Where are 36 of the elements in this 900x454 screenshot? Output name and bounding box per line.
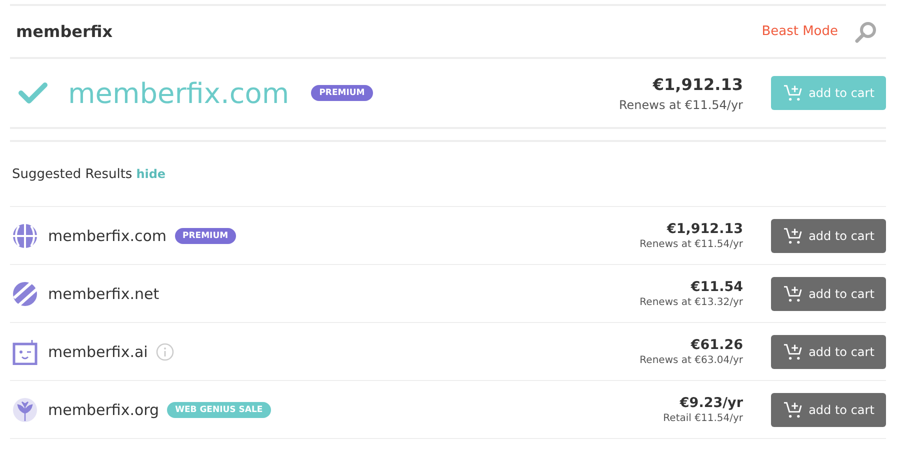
renewal-price: Retail €11.54/yr (663, 413, 743, 424)
add-to-cart-button[interactable]: add to cart (771, 276, 886, 310)
cart-icon (782, 84, 803, 102)
info-icon[interactable] (156, 342, 174, 360)
renewal-price: Renews at €63.04/yr (640, 355, 743, 366)
search-icon[interactable] (854, 20, 878, 44)
beast-mode-link[interactable]: Beast Mode (762, 24, 838, 39)
renewal-price: Renews at €11.54/yr (640, 239, 743, 250)
renewal-price: Renews at €13.32/yr (640, 297, 743, 308)
cart-icon (782, 284, 803, 302)
search-query: memberfix (16, 22, 113, 41)
domain-name: memberfix.com (48, 226, 166, 244)
premium-badge: PREMIUM (311, 85, 373, 101)
cart-icon (782, 400, 803, 418)
cart-icon (782, 226, 803, 244)
price: €1,912.13 (652, 74, 743, 94)
domain-name: memberfix.net (48, 284, 160, 302)
robot-face-icon (12, 338, 38, 364)
add-to-cart-button[interactable]: add to cart (771, 392, 886, 426)
plant-icon (12, 396, 38, 422)
price: €9.23/yr (678, 395, 743, 411)
add-to-cart-button[interactable]: add to cart (771, 218, 886, 252)
premium-badge: PREMIUM (174, 228, 236, 244)
domain-name: memberfix.org (48, 400, 160, 418)
add-to-cart-button[interactable]: add to cart (771, 334, 886, 368)
price: €61.26 (690, 337, 743, 353)
striped-circle-icon (12, 280, 38, 306)
cart-icon (782, 342, 803, 360)
globe-icon (12, 222, 38, 248)
renewal-price: Renews at €11.54/yr (619, 98, 743, 112)
price: €11.54 (690, 279, 743, 295)
domain-name: memberfix.ai (48, 342, 148, 360)
domain-name: memberfix.com (68, 76, 290, 110)
price: €1,912.13 (666, 221, 743, 237)
sale-badge: WEB GENIUS SALE (167, 402, 271, 418)
section-title: Suggested Results (12, 166, 132, 182)
